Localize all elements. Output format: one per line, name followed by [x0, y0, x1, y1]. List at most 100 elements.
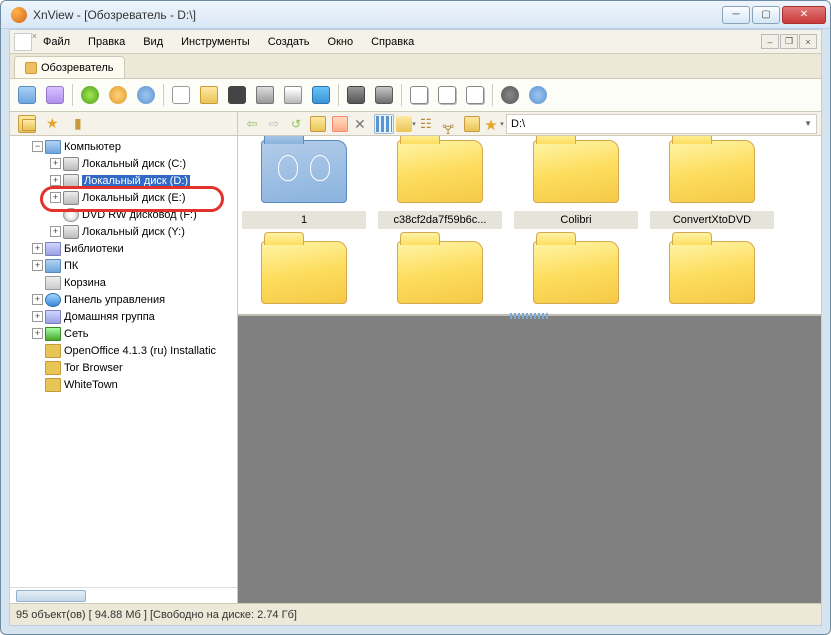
address-text: D:\ — [511, 118, 525, 130]
layout-button[interactable] — [462, 114, 482, 134]
menu-view[interactable]: Вид — [136, 34, 170, 50]
address-input[interactable]: D:\ ▼ — [506, 114, 817, 134]
menu-help[interactable]: Справка — [364, 34, 421, 50]
mdi-minimize[interactable]: – — [761, 34, 779, 49]
body-split: ★ ▮ −Компьютер +Локальный диск (C:) +Лок… — [10, 112, 821, 603]
nav-back-button[interactable]: ⇦ — [242, 114, 262, 134]
client-area: Файл Правка Вид Инструменты Создать Окно… — [9, 29, 822, 626]
categories-icon[interactable]: ▮ — [74, 115, 92, 133]
delete-button[interactable]: ✕ — [352, 114, 372, 134]
tab-browser[interactable]: Обозреватель — [14, 56, 125, 78]
search-button[interactable] — [224, 82, 250, 108]
menu-edit[interactable]: Правка — [81, 34, 132, 50]
titlebar[interactable]: XnView - [Обозреватель - D:\] ─ ▢ ✕ — [1, 1, 830, 29]
convert-button[interactable] — [133, 82, 159, 108]
special-folder-button[interactable] — [330, 114, 350, 134]
mdi-close[interactable]: × — [799, 34, 817, 49]
address-dropdown-icon[interactable]: ▼ — [804, 119, 812, 128]
thumb-item[interactable] — [242, 241, 366, 304]
sort-button[interactable]: ☷ — [418, 114, 438, 134]
tree-node-trash[interactable]: Корзина — [10, 274, 237, 291]
nav-forward-button[interactable]: ⇨ — [264, 114, 284, 134]
sheet-button[interactable] — [462, 82, 488, 108]
thumb-item[interactable] — [514, 241, 638, 304]
tree-node-drive-y[interactable]: +Локальный диск (Y:) — [10, 223, 237, 240]
folder-icon — [397, 241, 483, 304]
tree-scrollbar[interactable] — [10, 587, 237, 603]
favorites-icon[interactable]: ★ — [46, 115, 64, 133]
preview-pane — [238, 314, 821, 603]
tree-node-computer[interactable]: −Компьютер — [10, 138, 237, 155]
filter-button[interactable]: 🝖 — [440, 114, 460, 134]
thumb-item[interactable] — [378, 241, 502, 304]
tree-node-network[interactable]: +Сеть — [10, 325, 237, 342]
slideshow-button[interactable] — [406, 82, 432, 108]
back-button[interactable] — [105, 82, 131, 108]
nav-up-button[interactable]: ↺ — [286, 114, 306, 134]
address-toolbar: ⇦ ⇨ ↺ ✕ ▾ ☷ 🝖 ★▾ D:\ ▼ — [238, 112, 821, 136]
thumb-item[interactable] — [650, 241, 774, 304]
thumb-item[interactable]: c38cf2da7f59b6c... — [378, 140, 502, 229]
close-button[interactable]: ✕ — [782, 6, 826, 24]
thumb-caption: Colibri — [514, 211, 638, 229]
tree-node-control-panel[interactable]: +Панель управления — [10, 291, 237, 308]
folder-tree[interactable]: −Компьютер +Локальный диск (C:) +Локальн… — [10, 136, 237, 587]
main-toolbar — [10, 78, 821, 112]
tree-node-tor[interactable]: Tor Browser — [10, 359, 237, 376]
thumbnails-button[interactable] — [374, 114, 394, 134]
camera-button[interactable] — [343, 82, 369, 108]
splitter-handle[interactable] — [510, 313, 550, 319]
folder-icon — [533, 140, 619, 203]
tree-node-openoffice[interactable]: OpenOffice 4.1.3 (ru) Installatic — [10, 342, 237, 359]
open-button[interactable] — [168, 82, 194, 108]
view-dropdown[interactable]: ▾ — [396, 114, 416, 134]
tree-panel: ★ ▮ −Компьютер +Локальный диск (C:) +Лок… — [10, 112, 238, 603]
mdi-restore[interactable]: ❐ — [780, 34, 798, 49]
tree-node-drive-d[interactable]: +Локальный диск (D:) — [10, 172, 237, 189]
menu-create[interactable]: Создать — [261, 34, 317, 50]
thumb-item[interactable]: Colibri — [514, 140, 638, 229]
menu-window[interactable]: Окно — [321, 34, 361, 50]
thumb-caption: c38cf2da7f59b6c... — [378, 211, 502, 229]
tabbar: Обозреватель — [10, 54, 821, 78]
refresh-button[interactable] — [77, 82, 103, 108]
capture-button[interactable] — [371, 82, 397, 108]
tree-node-drive-c[interactable]: +Локальный диск (C:) — [10, 155, 237, 172]
folder-icon — [261, 241, 347, 304]
document-icon — [14, 33, 32, 51]
web-button[interactable] — [434, 82, 460, 108]
thumb-item[interactable]: 1 — [242, 140, 366, 229]
tree-node-libraries[interactable]: +Библиотеки — [10, 240, 237, 257]
screen1-button[interactable] — [14, 82, 40, 108]
tree-node-homegroup[interactable]: +Домашняя группа — [10, 308, 237, 325]
mdi-controls: – ❐ × — [761, 34, 817, 49]
toolbar-separator — [338, 84, 339, 106]
new-folder-button[interactable] — [308, 114, 328, 134]
tree-node-whitetown[interactable]: WhiteTown — [10, 376, 237, 393]
menu-file[interactable]: Файл — [36, 34, 77, 50]
scan-button[interactable] — [280, 82, 306, 108]
favorites-button[interactable]: ★▾ — [484, 114, 504, 134]
screen2-button[interactable] — [42, 82, 68, 108]
tab-icon — [25, 62, 37, 74]
folder-button[interactable] — [196, 82, 222, 108]
tree-node-drive-e[interactable]: +Локальный диск (E:) — [10, 189, 237, 206]
folder-icon — [261, 140, 347, 203]
print-button[interactable] — [252, 82, 278, 108]
tree-node-drive-f[interactable]: DVD RW дисковод (F:) — [10, 206, 237, 223]
info-button[interactable] — [525, 82, 551, 108]
settings-button[interactable] — [497, 82, 523, 108]
window-title: XnView - [Обозреватель - D:\] — [33, 8, 722, 22]
folders-icon[interactable] — [18, 115, 36, 133]
photo-button[interactable] — [308, 82, 334, 108]
maximize-button[interactable]: ▢ — [752, 6, 780, 24]
minimize-button[interactable]: ─ — [722, 6, 750, 24]
tab-label: Обозреватель — [41, 62, 114, 74]
tree-node-pc[interactable]: +ПК — [10, 257, 237, 274]
toolbar-separator — [72, 84, 73, 106]
thumbnail-view[interactable]: 1 c38cf2da7f59b6c... Colibri ConvertXtoD… — [238, 136, 821, 314]
menu-tools[interactable]: Инструменты — [174, 34, 257, 50]
scrollbar-thumb[interactable] — [16, 590, 86, 602]
thumb-item[interactable]: ConvertXtoDVD — [650, 140, 774, 229]
folder-icon — [533, 241, 619, 304]
